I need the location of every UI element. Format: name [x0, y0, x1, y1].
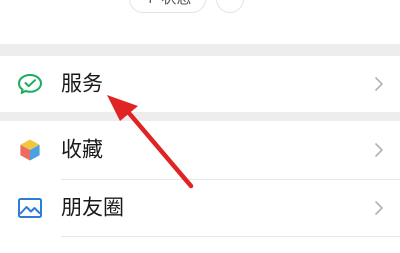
landscape-picture-icon: [18, 198, 42, 218]
cube-icon: [19, 138, 41, 162]
menu-item-favorites[interactable]: 收藏: [0, 121, 400, 179]
profile-header-strip: + 状态 ···: [0, 0, 400, 44]
chevron-right-icon: [375, 77, 383, 91]
menu-item-services[interactable]: 服务: [0, 56, 400, 112]
more-button[interactable]: ···: [216, 0, 244, 13]
add-status-button[interactable]: + 状态: [129, 0, 207, 13]
section-gap: [0, 44, 400, 56]
chevron-right-icon: [375, 143, 383, 157]
menu-item-services-label: 服务: [61, 71, 103, 96]
wechat-pay-icon: [18, 74, 42, 94]
section-gap: [0, 112, 400, 121]
menu-item-favorites-label: 收藏: [61, 137, 103, 162]
menu-item-moments-label: 朋友圈: [61, 195, 124, 220]
chevron-right-icon: [375, 201, 383, 215]
menu-item-moments[interactable]: 朋友圈: [0, 180, 400, 236]
row-divider: [61, 236, 400, 237]
